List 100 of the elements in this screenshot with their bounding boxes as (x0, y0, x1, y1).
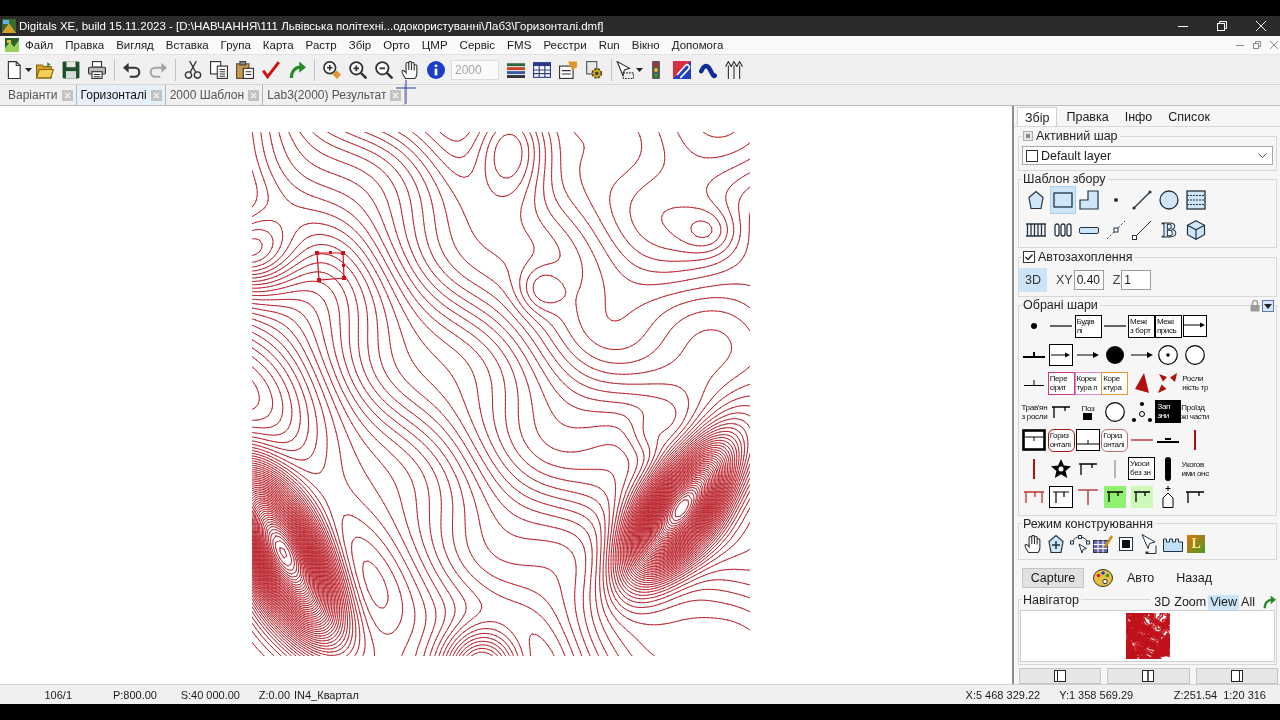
vertical-line-icon[interactable] (1033, 458, 1036, 479)
layer-symbol[interactable]: Пере сірит (1047, 371, 1075, 395)
paperclip-icon[interactable] (673, 60, 691, 79)
new-document-icon[interactable] (5, 60, 23, 79)
vertical-line-icon[interactable] (1194, 430, 1197, 451)
layers-icon[interactable] (507, 60, 525, 79)
arrow-box-icon[interactable] (1183, 315, 1208, 338)
circle-dot-icon[interactable] (1158, 344, 1179, 365)
xy-field[interactable]: 0.40 (1073, 270, 1104, 290)
curved-arrow-icon[interactable] (1262, 595, 1276, 609)
line-icon[interactable] (1050, 325, 1073, 328)
panel-tab[interactable]: Збір (1017, 107, 1058, 126)
navigator-mode[interactable]: 3D (1152, 594, 1173, 610)
thick-box-icon[interactable] (1022, 429, 1047, 452)
t-icon[interactable] (1078, 489, 1098, 506)
arrow-icon[interactable] (1077, 351, 1099, 358)
arrow-icon[interactable] (1130, 351, 1153, 358)
capture-button[interactable]: Capture (1022, 567, 1084, 588)
circle-icon[interactable] (1185, 344, 1206, 365)
menu-item[interactable]: Сервіс (453, 37, 502, 53)
t-box-icon[interactable] (1076, 429, 1100, 452)
square-dot-icon[interactable] (1023, 131, 1033, 141)
layer-symbol[interactable]: Корек тура п (1074, 371, 1102, 395)
document-tab[interactable]: Варіанти (4, 85, 77, 105)
restore-icon[interactable] (1216, 21, 1227, 31)
menu-item[interactable]: ЦМР (415, 37, 454, 53)
arrow-box-icon[interactable] (1049, 343, 1074, 366)
zoom-layer-icon[interactable] (323, 60, 341, 79)
auto-button[interactable]: Авто (1125, 570, 1157, 585)
gear-icon[interactable] (585, 60, 603, 79)
menu-item[interactable]: Файл (19, 37, 60, 53)
menu-item[interactable]: FMS (501, 37, 538, 53)
arrows-icon[interactable] (725, 60, 743, 79)
toggle-button[interactable]: 3D (1019, 268, 1047, 292)
menu-item[interactable]: Растр (299, 37, 343, 53)
form-icon[interactable] (559, 60, 577, 79)
layer-symbol[interactable]: Межі з борт (1128, 314, 1156, 338)
menu-item[interactable]: Вставка (159, 37, 215, 53)
caret-down-icon[interactable] (636, 67, 643, 72)
checkbox[interactable] (1023, 251, 1035, 263)
layer-symbol[interactable]: Гориз онталі (1047, 428, 1075, 452)
layout-button[interactable] (1107, 667, 1190, 684)
menu-item[interactable]: Реєстри (537, 37, 593, 53)
curved-arrow-icon[interactable] (288, 60, 306, 79)
document-tab[interactable]: 2000 Шаблон (165, 85, 264, 105)
bar-icon[interactable] (1165, 456, 1172, 481)
circle-icon[interactable] (1104, 401, 1125, 422)
menu-item[interactable]: Правка (59, 37, 111, 53)
t-box-icon[interactable] (1103, 486, 1126, 509)
folder-icon[interactable] (36, 60, 54, 79)
menu-item[interactable]: Збір (342, 37, 378, 53)
layer-symbol[interactable]: Межі прись (1154, 314, 1182, 338)
layer-symbol[interactable]: Зап зни (1155, 400, 1182, 424)
menu-item[interactable]: Карта (256, 37, 300, 53)
printer-icon[interactable] (88, 60, 106, 79)
panel-tab[interactable]: Інфо (1117, 107, 1160, 126)
menu-item[interactable]: Вигляд (110, 37, 160, 53)
construction-tool-button[interactable] (1022, 532, 1044, 555)
t-line-icon[interactable] (1023, 351, 1046, 358)
star-icon[interactable] (1051, 458, 1072, 479)
panel-tab[interactable]: Список (1161, 107, 1217, 126)
construction-tool-button[interactable] (1068, 532, 1091, 555)
copy-icon[interactable] (210, 60, 228, 79)
dot-cluster-icon[interactable] (1131, 401, 1152, 422)
navigator-mode[interactable]: All (1239, 594, 1257, 610)
house-pin-icon[interactable] (1162, 486, 1175, 509)
z-field[interactable]: 1 (1121, 270, 1152, 290)
layer-symbol[interactable]: Гориз онталі (1101, 428, 1129, 452)
layer-caption[interactable]: Росли ність тр (1182, 374, 1209, 393)
t-box-icon[interactable] (1049, 486, 1074, 509)
selection-cursor-icon[interactable] (616, 60, 634, 79)
undo-icon[interactable] (123, 60, 141, 79)
navigator-mode[interactable]: View (1208, 594, 1240, 610)
back-button[interactable]: Назад (1174, 570, 1215, 585)
layer-caption[interactable]: Проїзд жі части (1181, 402, 1210, 421)
layout-button[interactable] (1195, 667, 1278, 684)
menu-item[interactable]: Допомога (665, 37, 730, 53)
layer-dropdown[interactable]: Default layer (1022, 146, 1273, 165)
menu-item[interactable]: Орто (377, 37, 416, 53)
layout-button[interactable] (1019, 667, 1102, 684)
layer-caption[interactable]: Трав'ян з росли (1021, 402, 1048, 421)
menu-item[interactable]: Група (214, 37, 257, 53)
t-corner-icon[interactable] (1052, 405, 1071, 418)
caret-down-icon[interactable] (25, 67, 32, 72)
dot-icon[interactable] (1105, 345, 1124, 364)
arrow-cluster-icon[interactable] (1158, 373, 1179, 394)
map-icon[interactable] (5, 38, 19, 52)
zoom-out-icon[interactable] (375, 60, 393, 79)
layers-menu-button[interactable] (1262, 300, 1274, 312)
layer-symbol[interactable]: Коре ктура (1101, 371, 1129, 395)
layer-caption[interactable]: Укогов ими онс (1181, 459, 1209, 478)
panel-tab[interactable]: Правка (1059, 107, 1116, 126)
navigator-mode[interactable]: Zoom (1172, 594, 1209, 610)
t-line-icon[interactable] (1024, 380, 1045, 387)
t-line-icon[interactable] (1157, 437, 1180, 443)
triangle-icon[interactable] (1134, 373, 1149, 394)
layer-caption[interactable]: Поз (1081, 403, 1095, 413)
scissors-icon[interactable] (184, 60, 202, 79)
hand-icon[interactable] (401, 60, 419, 79)
document-tab[interactable]: Lab3(2000) Результат (263, 85, 406, 105)
